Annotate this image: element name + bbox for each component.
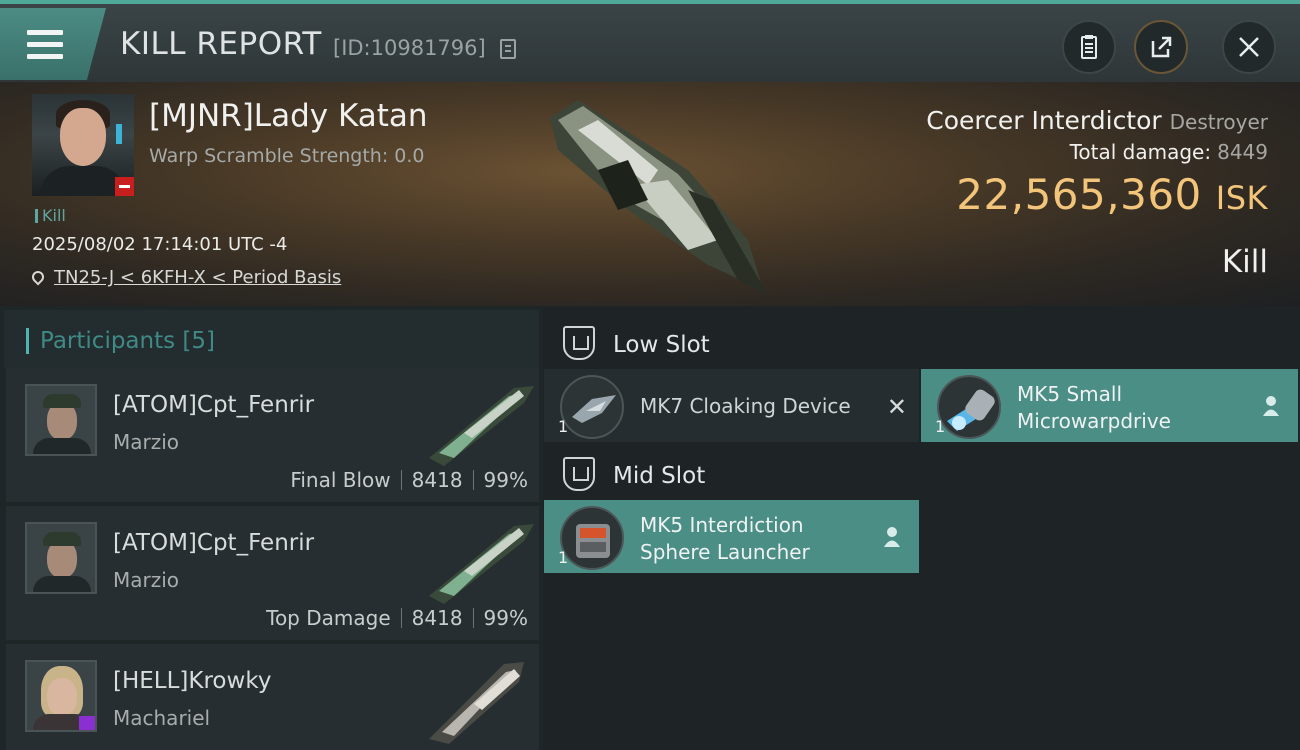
item-name: MK5 Small Microwarpdrive (1017, 382, 1171, 433)
fitting-panel: Low Slot 1 MK7 Cloaking Device ✕ 1 MK5 S… (543, 306, 1300, 750)
kill-result: Kill (1221, 244, 1268, 280)
participant-ship: Machariel (113, 706, 211, 730)
copy-icon[interactable] (500, 39, 516, 59)
total-damage-label: Total damage: (1069, 140, 1212, 164)
participant-ship-image (429, 662, 524, 744)
victim-banner: [MJNR]Lady Katan Warp Scramble Strength:… (0, 82, 1300, 306)
low-slot-header: Low Slot (543, 312, 1300, 372)
participant-ship-image (429, 386, 534, 466)
minus-badge-icon (115, 177, 134, 196)
share-button[interactable] (1134, 20, 1188, 74)
participant-damage: 8418 (411, 606, 463, 630)
mid-slot-label: Mid Slot (613, 463, 706, 489)
shield-slot-icon (563, 326, 595, 360)
total-damage: Total damage: 8449 (1070, 140, 1268, 164)
participant-avatar[interactable] (25, 384, 97, 456)
participant-card[interactable]: [HELL]Krowky Machariel (6, 644, 539, 750)
warp-scramble-strength: Warp Scramble Strength: 0.0 (149, 145, 425, 167)
ship-name: Coercer Interdictor (926, 106, 1162, 135)
participant-card[interactable]: [ATOM]Cpt_Fenrir Marzio Top Damage 8418 99… (6, 506, 539, 640)
close-button[interactable] (1222, 20, 1276, 74)
total-damage-value: 8449 (1217, 140, 1268, 164)
participant-name: [HELL]Krowky (113, 668, 272, 694)
item-name: MK7 Cloaking Device (640, 394, 851, 418)
badge-icon (79, 716, 95, 730)
participants-label: Participants [5] (40, 328, 215, 354)
location-link[interactable]: TN25-J < 6KFH-X < Period Basis (54, 267, 341, 288)
fitting-item[interactable]: 1 MK5 Small Microwarpdrive (921, 369, 1298, 442)
kill-location[interactable]: TN25-J < 6KFH-X < Period Basis (29, 267, 341, 288)
header-bar: KILL REPORT [ID:10981796] (0, 0, 1300, 82)
participant-ship: Marzio (113, 430, 180, 454)
close-icon (1239, 37, 1259, 57)
low-slot-label: Low Slot (613, 332, 710, 358)
participant-percent: 99% (483, 468, 528, 492)
menu-button[interactable] (0, 8, 106, 80)
ship-class: Destroyer (1169, 110, 1268, 134)
interdiction-launcher-icon (560, 506, 624, 570)
item-quantity: 1 (558, 548, 569, 567)
item-name: MK5 Interdiction Sphere Launcher (640, 513, 810, 564)
isk-unit: ISK (1215, 179, 1268, 217)
clipboard-button[interactable] (1062, 20, 1116, 74)
share-icon (1151, 36, 1172, 58)
item-quantity: 1 (558, 417, 569, 436)
participant-name: [ATOM]Cpt_Fenrir (113, 530, 315, 556)
participant-stats: Final Blow 8418 99% (290, 468, 528, 492)
kill-datetime: 2025/08/02 17:14:01 UTC -4 (32, 234, 288, 255)
fitting-item[interactable]: 1 MK7 Cloaking Device ✕ (544, 369, 919, 442)
participant-ship-image (429, 524, 534, 604)
user-icon (884, 527, 900, 547)
x-icon: ✕ (886, 393, 907, 421)
participant-avatar[interactable] (25, 522, 97, 594)
participant-percent: 99% (483, 606, 528, 630)
participant-role: Final Blow (290, 468, 391, 492)
participant-stats: Top Damage 8418 99% (266, 606, 528, 630)
participant-role: Top Damage (266, 606, 391, 630)
isk-value: 22,565,360 ISK (956, 170, 1268, 219)
item-quantity: 1 (935, 417, 946, 436)
victim-ship: Coercer Interdictor Destroyer (926, 106, 1268, 135)
participant-avatar[interactable] (25, 660, 97, 732)
mid-slot-header: Mid Slot (543, 443, 1300, 503)
location-pin-icon (29, 268, 47, 286)
cloaking-device-icon (560, 375, 624, 439)
clipboard-icon (1081, 35, 1097, 59)
fitting-item[interactable]: 1 MK5 Interdiction Sphere Launcher (544, 500, 919, 573)
shield-slot-icon (563, 457, 595, 491)
report-id: [ID:10981796] (333, 36, 486, 60)
kill-tag: Kill (35, 206, 66, 225)
participant-card[interactable]: [ATOM]Cpt_Fenrir Marzio Final Blow 8418 99… (6, 368, 539, 502)
participant-ship: Marzio (113, 568, 180, 592)
victim-ship-image (550, 100, 768, 295)
isk-amount: 22,565,360 (956, 170, 1202, 219)
victim-name[interactable]: [MJNR]Lady Katan (149, 98, 428, 134)
page-title: KILL REPORT (120, 26, 322, 62)
menu-icon (27, 30, 63, 66)
participants-header: Participants [5] (4, 310, 539, 368)
participant-damage: 8418 (411, 468, 463, 492)
microwarpdrive-icon (937, 375, 1001, 439)
participant-name: [ATOM]Cpt_Fenrir (113, 392, 315, 418)
user-icon (1263, 396, 1279, 416)
participants-panel: Participants [5] [ATOM]Cpt_Fenrir Marzio… (0, 306, 543, 750)
